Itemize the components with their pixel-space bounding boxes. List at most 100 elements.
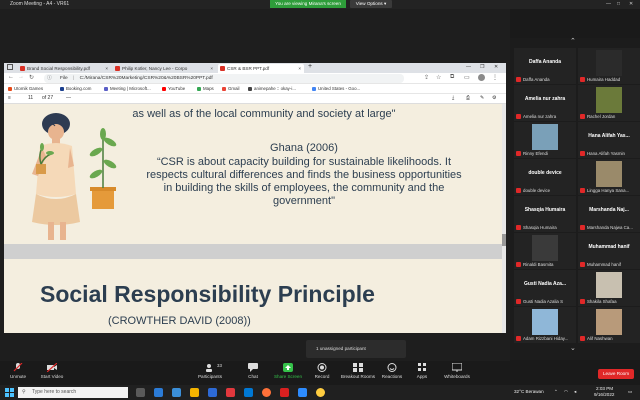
participant-tile[interactable]: Shasqia Humaira Shasqia Humaira — [514, 196, 576, 232]
tab-close-icon[interactable]: × — [298, 64, 301, 73]
forward-icon[interactable]: → — [18, 74, 24, 80]
weather-text[interactable]: 32°C Berawan — [514, 389, 544, 394]
participant-tile[interactable]: Alif Nashwan — [578, 307, 640, 343]
minimize-icon[interactable]: — — [606, 1, 611, 7]
bookmark-star-icon[interactable]: ☆ — [436, 74, 441, 81]
mail-icon[interactable] — [172, 388, 181, 397]
print-icon[interactable]: ⎙ — [466, 95, 470, 101]
tray-up-icon[interactable]: ⌃ — [554, 389, 558, 395]
tab-actions-icon[interactable] — [7, 64, 13, 70]
participant-tile[interactable]: Hana Alifah Yas... Hana Alifah Yasmin — [578, 122, 640, 158]
extensions-icon[interactable]: ⧉ — [450, 74, 454, 81]
chevron-up-icon[interactable]: ⌃ — [570, 37, 576, 45]
taskbar-search-box[interactable]: ⚲ Type here to search — [18, 387, 128, 398]
participant-tile[interactable]: Rinaldi Basmita — [514, 233, 576, 269]
maximize-icon[interactable]: □ — [617, 1, 620, 7]
start-video-label: Start Video — [40, 374, 64, 379]
app-icon[interactable] — [280, 388, 289, 397]
participant-display-name: Muhammad hanif — [588, 244, 630, 250]
bookmark-utomik-games[interactable]: Utomik Games — [8, 85, 43, 93]
leave-room-button[interactable]: Leave Room — [598, 369, 634, 379]
participant-tile[interactable]: Humaira Haddad — [578, 48, 640, 84]
bookmark-booking[interactable]: Booking.com — [60, 85, 91, 93]
scrollbar-thumb[interactable] — [502, 234, 506, 246]
unassigned-participant-popup[interactable]: 1 unassigned participant — [306, 340, 406, 358]
tab-philip-kotler[interactable]: Philip Kotler, Nancy Lee - Corpo × — [113, 64, 216, 73]
slide-quote-line: “CSR is about capacity building for sust… — [156, 156, 452, 168]
file-explorer-icon[interactable] — [190, 388, 199, 397]
participant-tile[interactable]: Rachel Jordan — [578, 85, 640, 121]
pdf-more-icon[interactable]: ⚙ — [492, 95, 496, 101]
participant-video-frame — [532, 309, 558, 335]
browser-close-icon[interactable]: ✕ — [494, 64, 498, 70]
participant-tile[interactable]: Rinny Efendi — [514, 122, 576, 158]
wifi-icon[interactable]: ◠ — [564, 389, 568, 395]
notifications-icon[interactable]: ▭ — [628, 389, 632, 395]
task-view-icon[interactable] — [136, 388, 145, 397]
view-options-button[interactable]: View Options ▾ — [350, 0, 392, 8]
chrome-icon[interactable] — [316, 388, 325, 397]
participant-tile[interactable]: Marshanda Naj... Marshanda Najwa Ca... — [578, 196, 640, 232]
volume-icon[interactable]: ◂ — [574, 389, 576, 395]
tab-close-icon[interactable]: × — [210, 64, 213, 73]
bookmark-animepahe[interactable]: animepahe :: okay-i... — [248, 85, 296, 93]
clock-time[interactable]: 2:03 PM — [596, 386, 613, 391]
photos-icon[interactable] — [244, 388, 253, 397]
tab-csr-bsr-ppt[interactable]: CSR & BSR PPT.pdf × — [218, 64, 304, 73]
new-tab-button[interactable]: + — [308, 63, 312, 70]
sidebar-icon[interactable]: ▭ — [464, 74, 470, 81]
bookmark-gmail[interactable]: Gmail — [222, 85, 239, 93]
profile-avatar[interactable] — [478, 74, 485, 81]
reload-icon[interactable]: ↻ — [29, 74, 34, 81]
edge-icon[interactable] — [154, 388, 163, 397]
participants-button[interactable]: 33 Participants — [190, 363, 230, 379]
chevron-down-icon[interactable]: ⌄ — [570, 344, 576, 352]
pdf-scrollbar[interactable] — [502, 104, 506, 333]
participant-tile[interactable]: Muhammad hanif Muhammad hanif — [578, 233, 640, 269]
pdf-annotate-icon[interactable]: ✎ — [480, 95, 484, 101]
url-field[interactable]: ⓘ File | C:/Mirana/CSR%20Marketing/CSR%2… — [44, 74, 404, 83]
participant-tile[interactable]: Daffa Ananda Daffa Ananda — [514, 48, 576, 84]
participant-tile[interactable]: Gusti Nadia Aza... Gusti Nadia Azalia S — [514, 270, 576, 306]
windows-start-icon[interactable] — [5, 388, 14, 397]
participant-name-label: Hana Alifah Yasmin — [587, 151, 625, 156]
zoom-out-button[interactable]: — — [66, 95, 71, 101]
download-icon[interactable]: ⤓ — [452, 95, 454, 101]
muted-mic-icon — [13, 363, 23, 372]
participant-tile[interactable]: Shakila Shafaa — [578, 270, 640, 306]
bookmark-youtube[interactable]: YouTube — [162, 85, 185, 93]
participant-tile[interactable]: Amelia nur zahra Amelia nur zahra — [514, 85, 576, 121]
record-button[interactable]: Record — [302, 363, 342, 379]
muted-mic-icon — [580, 151, 585, 156]
participant-tile[interactable]: Adam Rizzbani Hiday... — [514, 307, 576, 343]
back-icon[interactable]: ← — [8, 74, 14, 80]
zoom-icon[interactable] — [298, 388, 307, 397]
browser-menu-icon[interactable]: ⋮ — [492, 74, 498, 81]
url-text: C:/Mirana/CSR%20Marketing/CSR%20&%20BSR%… — [79, 76, 213, 81]
browser-minimize-icon[interactable]: — — [466, 64, 471, 70]
browser-restore-icon[interactable]: ❐ — [480, 64, 484, 70]
chat-button[interactable]: Chat — [233, 363, 273, 379]
microsoft-store-icon[interactable] — [208, 388, 217, 397]
acrobat-icon[interactable] — [226, 388, 235, 397]
close-icon[interactable]: ✕ — [629, 1, 633, 7]
unmute-label: Unmute — [9, 374, 27, 379]
bookmark-microsoft-meeting[interactable]: Meeting | Microsoft... — [104, 85, 151, 93]
pdf-icon — [20, 66, 25, 71]
whiteboards-button[interactable]: Whiteboards — [436, 363, 478, 379]
share-icon[interactable]: ⇪ — [424, 74, 429, 81]
firefox-icon[interactable] — [262, 388, 271, 397]
participant-tile[interactable]: Lingga Hanya Sana... — [578, 159, 640, 195]
participant-tile[interactable]: double device double device — [514, 159, 576, 195]
tab-close-icon[interactable]: × — [105, 64, 108, 73]
tab-brand-social-responsibility[interactable]: Brand Social Responsibility.pdf × — [18, 64, 111, 73]
slide-title: Social Responsibility Principle — [40, 281, 375, 307]
page-number-input[interactable]: 11 — [28, 95, 33, 101]
clock-date[interactable]: 9/16/2022 — [594, 392, 614, 397]
viewing-banner: You are viewing Mirana's screen — [270, 0, 346, 8]
bookmark-maps[interactable]: Maps — [197, 85, 214, 93]
pdf-menu-icon[interactable]: ≡ — [8, 95, 11, 101]
bookmark-united-states[interactable]: United States - Goo... — [312, 85, 360, 93]
participant-display-name: Gusti Nadia Aza... — [523, 281, 567, 287]
start-video-button[interactable]: Start Video — [32, 363, 72, 379]
